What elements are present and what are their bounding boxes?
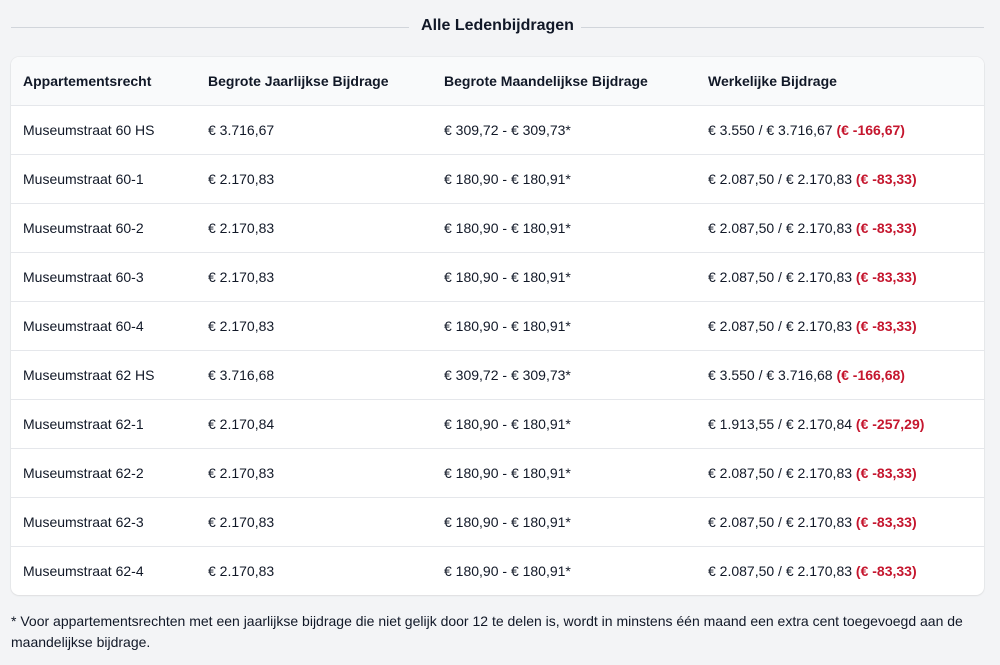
cell-actual: € 2.087,50 / € 2.170,83 (€ -83,33) [696,203,984,253]
cell-annual: € 3.716,68 [196,350,432,400]
cell-actual: € 2.087,50 / € 2.170,83 (€ -83,33) [696,154,984,204]
table-row: Museumstraat 62-3 € 2.170,83 € 180,90 - € … [11,497,984,547]
difference-amount: (€ -83,33) [855,465,917,481]
cell-apartment: Museumstraat 62-2 [11,448,196,498]
cell-monthly: € 180,90 - € 180,91* [432,448,696,498]
cell-actual: € 2.087,50 / € 2.170,83 (€ -83,33) [696,497,984,547]
cell-annual: € 2.170,83 [196,497,432,547]
actual-amount: € 2.087,50 / € 2.170,83 [708,318,853,334]
cell-annual: € 2.170,83 [196,252,432,302]
column-header-monthly: Begrote Maandelijkse Bijdrage [432,57,696,106]
difference-amount: (€ -83,33) [855,318,917,334]
cell-apartment: Museumstraat 62-1 [11,399,196,449]
table-row: Museumstraat 60-1 € 2.170,83 € 180,90 - € … [11,154,984,204]
actual-amount: € 2.087,50 / € 2.170,83 [708,514,853,530]
divider-right [581,27,984,28]
cell-monthly: € 180,90 - € 180,91* [432,399,696,449]
actual-amount: € 2.087,50 / € 2.170,83 [708,269,853,285]
cell-monthly: € 180,90 - € 180,91* [432,497,696,547]
column-header-annual: Begrote Jaarlijkse Bijdrage [196,57,432,106]
cell-monthly: € 180,90 - € 180,91* [432,252,696,302]
cell-actual: € 2.087,50 / € 2.170,83 (€ -83,33) [696,252,984,302]
cell-monthly: € 309,72 - € 309,73* [432,350,696,400]
difference-amount: (€ -83,33) [855,171,917,187]
difference-amount: (€ -166,68) [836,367,905,383]
column-header-apartment: Appartementsrecht [11,57,196,106]
table-row: Museumstraat 60 HS € 3.716,67 € 309,72 - €… [11,105,984,155]
table-row: Museumstraat 62-2 € 2.170,83 € 180,90 - € … [11,448,984,498]
cell-apartment: Museumstraat 62-3 [11,497,196,547]
cell-apartment: Museumstraat 62-4 [23,563,144,579]
actual-amount: € 2.087,50 / € 2.170,83 [708,220,853,236]
cell-annual: € 2.170,83 [196,301,432,351]
difference-amount: (€ -83,33) [855,563,917,579]
table-row: Museumstraat 60-2 € 2.170,83 € 180,90 - € … [11,203,984,253]
actual-amount: € 2.087,50 / € 2.170,83 [708,563,853,579]
table-row: Museumstraat 62 HS € 3.716,68 € 309,72 - €… [11,350,984,400]
cell-apartment: Museumstraat 60-1 [11,154,196,204]
actual-amount: € 2.087,50 / € 2.170,83 [708,171,853,187]
cell-apartment: Museumstraat 60-3 [11,252,196,302]
cell-annual: € 2.170,83 [196,154,432,204]
table-row: Museumstraat 62-4 € 2.170,83 € 180,90 - € … [11,547,984,596]
actual-amount: € 1.913,55 / € 2.170,84 [708,416,853,432]
cell-actual: € 3.550 / € 3.716,68 (€ -166,68) [696,350,984,400]
cell-annual: € 2.170,83 [208,563,275,579]
table-header-row: Appartementsrecht Begrote Jaarlijkse Bij… [11,57,984,106]
actual-amount: € 2.087,50 / € 2.170,83 [708,465,853,481]
cell-actual: € 2.087,50 / € 2.170,83 (€ -83,33) [696,448,984,498]
cell-monthly: € 180,90 - € 180,91* [432,154,696,204]
table-row: Museumstraat 60-4 € 2.170,83 € 180,90 - € … [11,301,984,351]
difference-amount: (€ -166,67) [836,122,905,138]
cell-apartment: Museumstraat 62 HS [11,350,196,400]
difference-amount: (€ -83,33) [855,269,917,285]
contributions-card: Appartementsrecht Begrote Jaarlijkse Bij… [11,57,984,595]
column-header-actual: Werkelijke Bijdrage [696,57,984,106]
difference-amount: (€ -257,29) [855,416,925,432]
difference-amount: (€ -83,33) [855,220,917,236]
cell-apartment: Museumstraat 60-4 [11,301,196,351]
cell-monthly: € 309,72 - € 309,73* [432,105,696,155]
actual-amount: € 3.550 / € 3.716,67 [708,122,833,138]
cell-actual: € 2.087,50 / € 2.170,83 (€ -83,33) [696,301,984,351]
cell-annual: € 2.170,83 [196,448,432,498]
cell-monthly: € 180,90 - € 180,91* [432,203,696,253]
table-row: Museumstraat 62-1 € 2.170,84 € 180,90 - € … [11,399,984,449]
footnote: * Voor appartementsrechten met een jaarl… [11,613,963,650]
table-row: Museumstraat 60-3 € 2.170,83 € 180,90 - € … [11,252,984,302]
cell-annual: € 3.716,67 [196,105,432,155]
section-title: Alle Ledenbijdragen [421,17,574,34]
cell-annual: € 2.170,84 [196,399,432,449]
cell-actual: € 1.913,55 / € 2.170,84 (€ -257,29) [696,399,984,449]
actual-amount: € 3.550 / € 3.716,68 [708,367,833,383]
contributions-table: Appartementsrecht Begrote Jaarlijkse Bij… [11,57,984,595]
cell-monthly: € 180,90 - € 180,91* [432,301,696,351]
section-header: Alle Ledenbijdragen [11,14,984,40]
cell-monthly: € 180,90 - € 180,91* [444,563,571,579]
cell-actual: € 2.087,50 / € 2.170,83 (€ -83,33) [696,547,984,596]
cell-annual: € 2.170,83 [196,203,432,253]
cell-apartment: Museumstraat 60-2 [11,203,196,253]
cell-actual: € 3.550 / € 3.716,67 (€ -166,67) [696,105,984,155]
difference-amount: (€ -83,33) [855,514,917,530]
cell-apartment: Museumstraat 60 HS [11,105,196,155]
